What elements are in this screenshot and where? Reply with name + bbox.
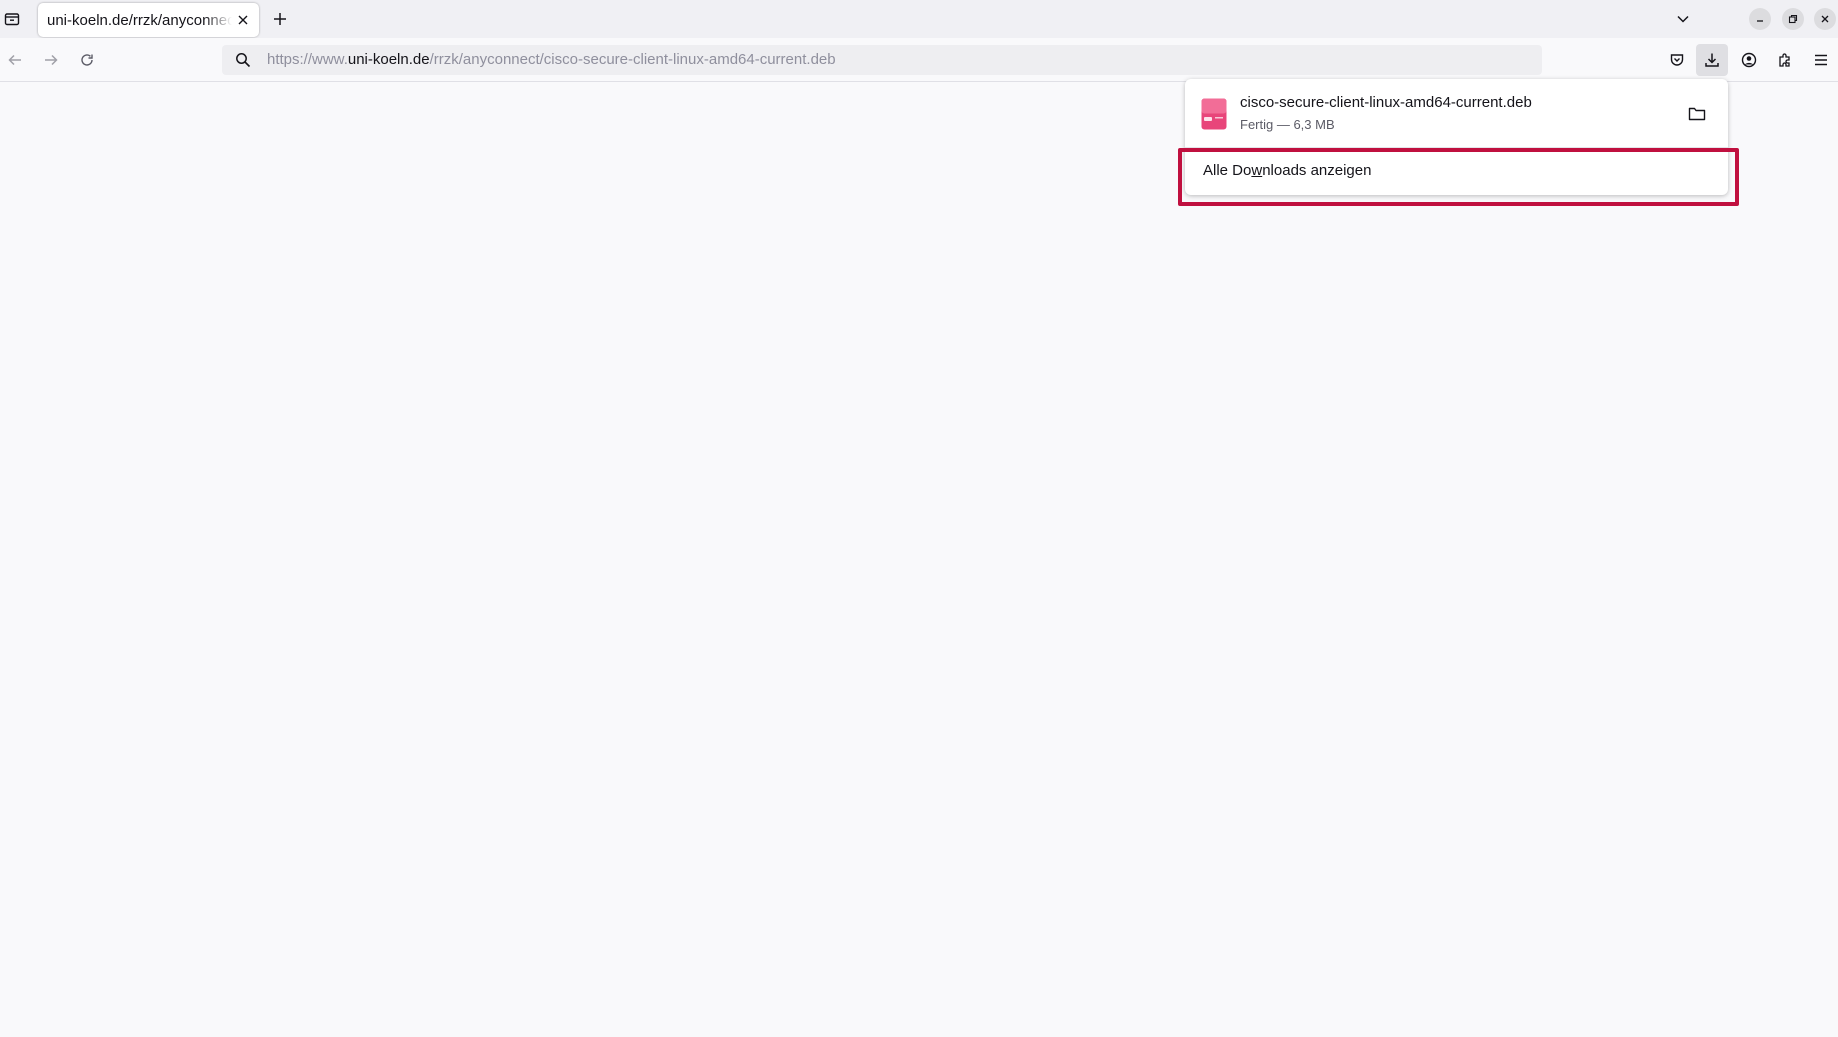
chevron-down-icon[interactable] <box>1672 8 1694 30</box>
url-bar[interactable]: https://www.uni-koeln.de/rrzk/anyconnect… <box>222 45 1542 75</box>
tab-strip: uni-koeln.de/rrzk/anyconnect/cisco-secur… <box>0 0 1838 38</box>
download-item[interactable]: cisco-secure-client-linux-amd64-current.… <box>1193 87 1720 141</box>
deb-file-icon <box>1201 98 1227 130</box>
back-arrow-icon[interactable] <box>5 50 25 70</box>
navigation-toolbar: https://www.uni-koeln.de/rrzk/anyconnect… <box>0 38 1838 82</box>
window-close-icon[interactable] <box>1814 8 1836 30</box>
folder-icon[interactable] <box>1684 101 1710 127</box>
panel-divider <box>1185 147 1728 148</box>
download-icon[interactable] <box>1696 44 1728 76</box>
reload-icon[interactable] <box>77 50 97 70</box>
show-all-label-suffix: nloads anzeigen <box>1262 161 1372 179</box>
minimize-icon[interactable] <box>1749 8 1771 30</box>
download-filename: cisco-secure-client-linux-amd64-current.… <box>1240 94 1532 111</box>
forward-arrow-icon[interactable] <box>41 50 61 70</box>
url-host: uni-koeln.de <box>347 51 430 68</box>
tab-overview-icon[interactable] <box>2 9 22 29</box>
account-icon[interactable] <box>1733 44 1765 76</box>
show-all-downloads-button[interactable]: Alle Downloads anzeigen <box>1193 153 1720 187</box>
show-all-downloads-label: Alle Downloads anzeigen <box>1203 162 1371 179</box>
tab-active[interactable]: uni-koeln.de/rrzk/anyconnect/cisco-secur… <box>38 3 259 37</box>
puzzle-icon[interactable] <box>1769 44 1801 76</box>
hamburger-menu-icon[interactable] <box>1805 44 1837 76</box>
url-text[interactable]: https://www.uni-koeln.de/rrzk/anyconnect… <box>267 51 836 68</box>
downloads-panel: cisco-secure-client-linux-amd64-current.… <box>1185 79 1728 195</box>
show-all-label-accesskey: w <box>1251 161 1263 179</box>
tab-title: uni-koeln.de/rrzk/anyconnect/cisco-secur… <box>47 11 232 29</box>
show-all-label-prefix: Alle Do <box>1203 161 1252 179</box>
search-icon <box>235 52 251 68</box>
close-icon[interactable] <box>234 11 252 29</box>
restore-icon[interactable] <box>1782 8 1804 30</box>
url-prefix: https://www. <box>267 51 348 68</box>
plus-icon[interactable] <box>270 9 290 29</box>
pocket-icon[interactable] <box>1661 44 1693 76</box>
url-path: /rrzk/anyconnect/cisco-secure-client-lin… <box>429 51 836 68</box>
download-status: Fertig — 6,3 MB <box>1240 117 1335 132</box>
